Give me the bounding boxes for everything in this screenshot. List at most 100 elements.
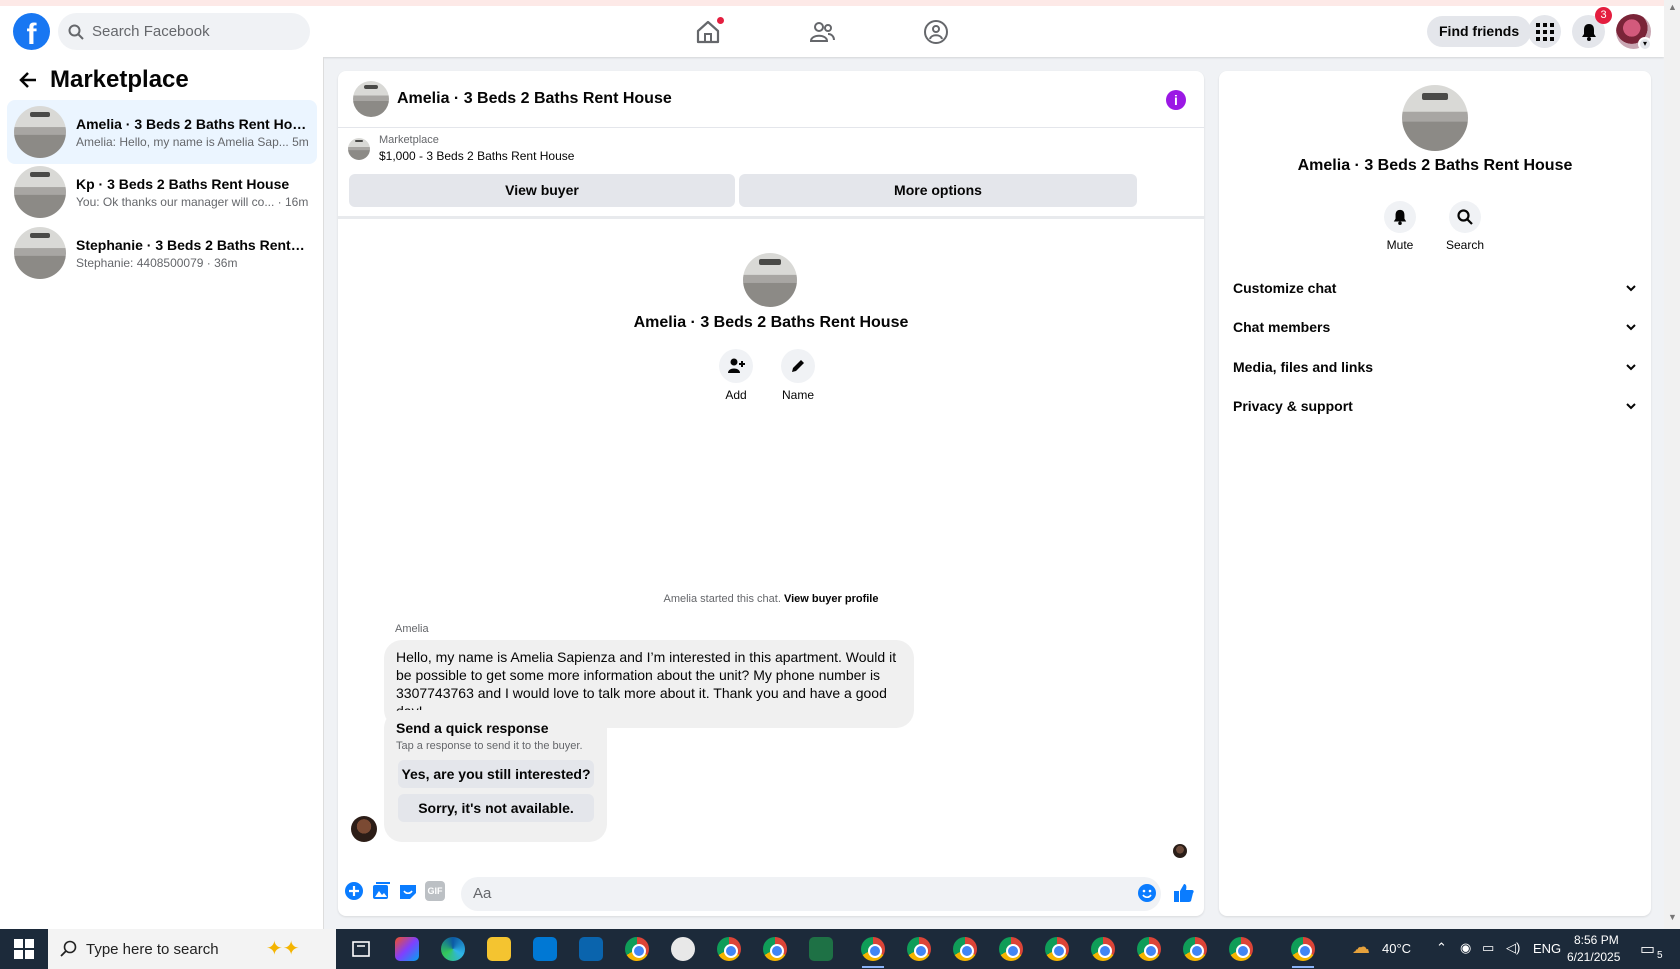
listing-price: $1,000 - 3 Beds 2 Baths Rent House (379, 149, 575, 163)
section-customize-chat[interactable]: Customize chat (1233, 270, 1637, 306)
emoji-icon[interactable] (1137, 883, 1157, 903)
mute-button[interactable]: Mute (1370, 201, 1430, 252)
conversation-item[interactable]: Kp · 3 Beds 2 Baths Rent House You: Ok t… (7, 160, 317, 224)
back-arrow-icon[interactable] (18, 70, 38, 90)
started-text: Amelia started this chat. (663, 593, 781, 605)
sticker-icon[interactable] (398, 881, 418, 901)
info-icon[interactable]: i (1166, 90, 1186, 110)
task-view-icon[interactable] (349, 937, 373, 961)
thumbs-up-icon[interactable] (1173, 882, 1195, 904)
temperature[interactable]: 40°C (1382, 941, 1411, 956)
menu-button[interactable] (1528, 15, 1561, 48)
language-indicator[interactable]: ENG (1533, 941, 1561, 956)
chrome-window-icon[interactable] (1091, 937, 1115, 961)
network-icon[interactable]: ▭ (1482, 940, 1494, 956)
quick-response-title: Send a quick response (396, 720, 549, 736)
find-friends-button[interactable]: Find friends (1427, 16, 1532, 47)
chrome-icon[interactable] (625, 937, 649, 961)
pencil-icon (792, 360, 804, 372)
action-center-count: 5 (1657, 950, 1663, 961)
chrome-window-icon[interactable] (953, 937, 977, 961)
grid-menu-icon (1535, 22, 1554, 41)
quick-response-option[interactable]: Yes, are you still interested? (398, 760, 594, 788)
section-media-files-links[interactable]: Media, files and links (1233, 349, 1637, 385)
chat-window: Amelia · 3 Beds 2 Baths Rent House i Mar… (338, 71, 1204, 916)
search-facebook-input[interactable]: Search Facebook (58, 13, 310, 50)
chrome-profile-icon[interactable] (717, 937, 741, 961)
chat-header-avatar[interactable] (353, 81, 389, 117)
clock-date[interactable]: 6/21/2025 (1567, 950, 1620, 964)
chat-header: Amelia · 3 Beds 2 Baths Rent House i (338, 71, 1204, 128)
chevron-down-icon (1626, 285, 1636, 292)
scroll-up-icon[interactable]: ▲ (1668, 2, 1677, 12)
windows-start-icon[interactable] (14, 939, 34, 959)
outlook-icon[interactable] (579, 937, 603, 961)
quick-response-card: Send a quick response Tap a response to … (384, 710, 607, 842)
listing-label: Marketplace (379, 134, 439, 146)
name-button[interactable]: Name (768, 349, 828, 402)
section-privacy-support[interactable]: Privacy & support (1233, 388, 1637, 424)
chevron-down-icon (1626, 324, 1636, 331)
chevron-down-icon (1626, 364, 1636, 371)
file-explorer-icon[interactable] (487, 937, 511, 961)
chrome-window-icon[interactable] (1183, 937, 1207, 961)
facebook-logo[interactable]: f (13, 13, 50, 50)
chrome-window-icon[interactable] (861, 937, 885, 961)
more-options-button[interactable]: More options (739, 174, 1137, 207)
chrome-window-icon[interactable] (1045, 937, 1069, 961)
page-scrollbar[interactable]: ▲ ▼ (1664, 0, 1680, 929)
clock-time[interactable]: 8:56 PM (1574, 933, 1619, 947)
listing-summary[interactable]: Marketplace $1,000 - 3 Beds 2 Baths Rent… (348, 134, 574, 163)
meet-now-icon[interactable]: ◉ (1460, 940, 1471, 956)
gif-icon[interactable]: GIF (425, 881, 445, 901)
view-buyer-profile-link[interactable]: View buyer profile (784, 593, 879, 605)
section-chat-members[interactable]: Chat members (1233, 309, 1637, 345)
add-member-button[interactable]: Add (706, 349, 766, 402)
sender-name: Amelia (395, 623, 429, 635)
weather-icon[interactable]: ☁ (1352, 937, 1370, 958)
listing-thumbnail (348, 137, 370, 160)
chrome-window-icon[interactable] (999, 937, 1023, 961)
search-label: Search (1445, 238, 1485, 252)
chat-header-title[interactable]: Amelia · 3 Beds 2 Baths Rent House (397, 90, 672, 108)
friends-icon[interactable] (808, 18, 836, 46)
photo-icon[interactable] (371, 881, 391, 901)
chrome-window-icon[interactable] (1229, 937, 1253, 961)
plus-circle-icon[interactable] (344, 881, 364, 901)
quick-response-option[interactable]: Sorry, it's not available. (398, 794, 594, 822)
edge-icon[interactable] (441, 937, 465, 961)
conversation-item[interactable]: Amelia · 3 Beds 2 Baths Rent House Ameli… (7, 100, 317, 164)
conversation-preview: Amelia: Hello, my name is Amelia Sap... … (76, 134, 308, 149)
scroll-down-icon[interactable]: ▼ (1668, 912, 1677, 922)
chrome-profile-icon[interactable] (763, 937, 787, 961)
name-label: Name (781, 388, 814, 402)
conversation-preview: Stephanie: 4408500079 · 36m (76, 255, 238, 270)
search-conversation-button[interactable]: Search (1435, 201, 1495, 252)
bell-icon (1581, 23, 1596, 41)
chrome-window-icon[interactable] (907, 937, 931, 961)
groups-icon[interactable] (922, 18, 950, 46)
action-center-icon[interactable]: ▭ (1640, 939, 1655, 959)
search-placeholder: Search Facebook (92, 23, 210, 40)
message-input[interactable]: Aa (461, 877, 1161, 911)
chrome-window-icon[interactable] (1137, 937, 1161, 961)
buyer-avatar[interactable] (351, 816, 377, 842)
message-composer: GIF Aa (338, 870, 1204, 916)
section-label: Customize chat (1233, 280, 1337, 296)
taskbar-search-box[interactable]: Type here to search ✦✦ (48, 929, 336, 969)
chrome-window-icon[interactable] (1291, 937, 1315, 961)
app-icon[interactable] (671, 937, 695, 961)
spreadsheet-icon[interactable] (809, 937, 833, 961)
conversation-title: Kp · 3 Beds 2 Baths Rent House (76, 175, 290, 192)
store-icon[interactable] (533, 937, 557, 961)
chevron-down-icon[interactable]: ▾ (1638, 37, 1652, 51)
conversation-item[interactable]: Stephanie · 3 Beds 2 Baths Rent H... Ste… (7, 221, 317, 285)
copilot-icon[interactable] (395, 937, 419, 961)
conversation-preview: You: Ok thanks our manager will co... · … (76, 194, 308, 209)
add-label: Add (725, 388, 747, 402)
volume-icon[interactable]: ◁) (1506, 940, 1520, 956)
search-icon (1457, 209, 1473, 225)
add-person-icon (728, 358, 745, 373)
view-buyer-button[interactable]: View buyer (349, 174, 735, 207)
chevron-up-icon[interactable]: ⌃ (1436, 940, 1447, 956)
